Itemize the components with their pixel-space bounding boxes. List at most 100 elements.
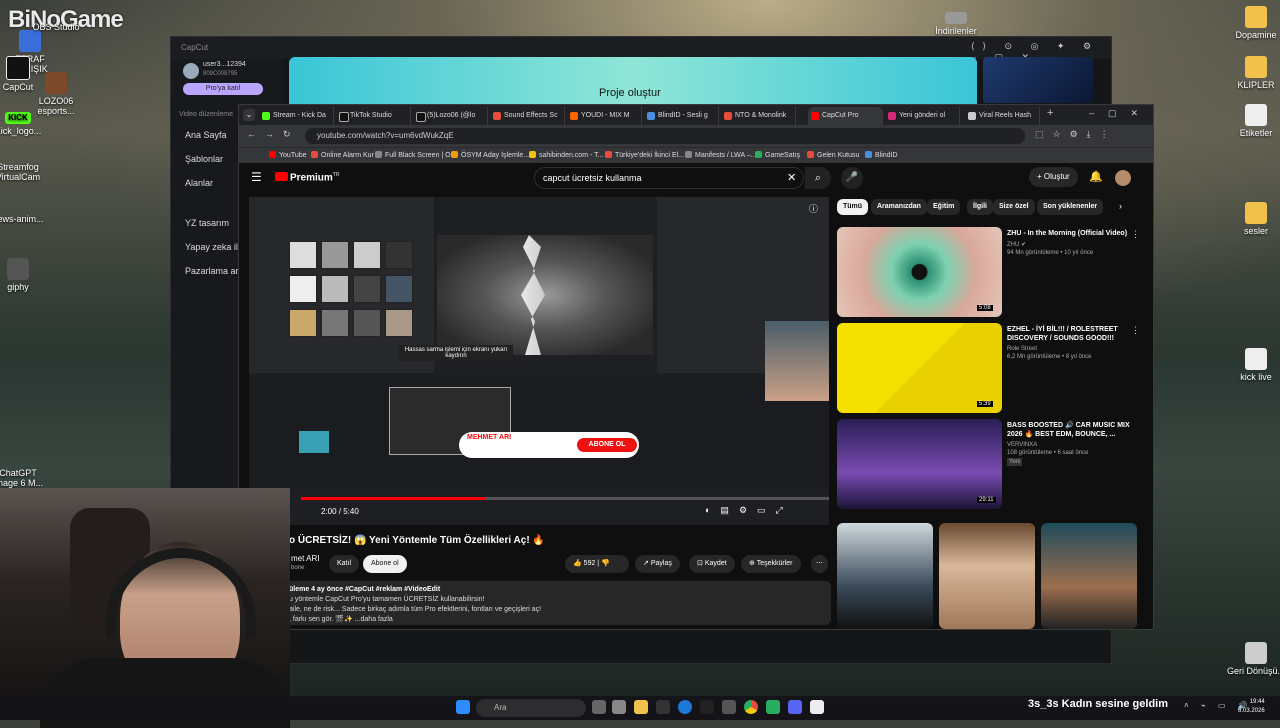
bookmark-manifests[interactable]: Manifests / LWA –... [685,151,756,159]
chip-education[interactable]: Eğitim [927,199,961,215]
edge-icon[interactable] [678,700,692,714]
desktop-icon-lozo[interactable]: LOZO06 esports... [26,72,86,116]
file-explorer-icon[interactable] [634,700,648,714]
tab-youdi[interactable]: YOUDI - MIX M [567,107,642,125]
tab-nto[interactable]: NTO & Monolink [721,107,796,125]
bookmark-gamesatis[interactable]: GameSatış [755,151,800,159]
bookmark-gmail[interactable]: Gelen Kutusu [807,151,859,159]
extension-icons[interactable]: ⬚☆⚙⤓⋮ [1035,129,1118,140]
task-view-icon[interactable] [592,700,606,714]
save-button[interactable]: ⊡ Kaydet [689,555,735,573]
bookmark-black-screen[interactable]: Full Black Screen | O... [375,151,456,159]
share-button[interactable]: ↗ Paylaş [635,555,680,573]
capcut-nav-templates[interactable]: Şablonlar [171,147,223,171]
url-input[interactable]: youtube.com/watch?v=um6vdWukZqE [305,128,1025,144]
capcut-nav-ai-design[interactable]: YZ tasarım [171,211,229,235]
more-actions-button[interactable]: ⋯ [811,555,828,573]
recommended-video[interactable]: 5:39 EZHEL - İYİ BİL!!! / ROLESTREET DIS… [837,323,1140,413]
bookmark-second-hand[interactable]: Türkiye'deki İkinci El... [605,151,684,159]
info-icon[interactable]: ⓘ [809,202,818,215]
chip-recent[interactable]: Son yüklenenler [1037,199,1104,215]
desktop-icon-downloads[interactable]: İndirilenler [926,12,986,36]
desktop-icon-sesler[interactable]: sesler [1226,202,1280,236]
subscribe-overlay[interactable]: MEHMET ARI ABONE OL [459,432,639,458]
app-icon[interactable] [766,700,780,714]
desktop-icon-kick[interactable]: KICKKick_logo... [0,112,48,136]
bookmark-sahibinden[interactable]: sahibinden.com - T... [529,151,603,159]
chevron-right-icon[interactable]: › [1119,201,1122,211]
new-tab-button[interactable]: + [1047,107,1053,119]
widgets-icon[interactable] [612,700,626,714]
search-input[interactable]: capcut ücretsiz kullanma [534,167,804,189]
desktop-icon-chatgpt[interactable]: ChatGPT Image 6 M... [0,468,48,488]
tab-tiktok[interactable]: TikTok Studio [336,107,411,125]
chip-related[interactable]: İlgili [967,199,993,215]
notifications-bell-icon[interactable]: 🔔 [1089,170,1103,183]
recommended-video[interactable]: 29:11 BASS BOOSTED 🔊 CAR MUSIC MIX 2026 … [837,419,1137,509]
desktop-icon-news[interactable]: news-anim... [0,214,48,224]
search-button[interactable]: ⌕ [805,167,831,189]
menu-icon[interactable]: ☰ [251,170,262,184]
chrome-window-controls[interactable]: –▢✕ [1089,108,1152,119]
desktop-icon-etiketler[interactable]: Etiketler [1226,104,1280,138]
windows-start-icon[interactable] [456,700,470,714]
more-vertical-icon[interactable]: ⋮ [1131,229,1140,240]
taskbar-search[interactable]: Ara [476,699,586,717]
nav-buttons[interactable]: ←→↻ [247,129,300,140]
desktop-icon-recycle-bin[interactable]: Geri Dönüşü... [1226,642,1280,676]
capcut-icon[interactable] [810,700,824,714]
short-video[interactable] [837,523,933,629]
progress-bar[interactable] [301,497,829,500]
pro-button[interactable]: Pro'ya katıl [183,83,263,95]
overlay-subscribe-button[interactable]: ABONE OL [577,438,637,452]
join-button[interactable]: Katıl [329,555,360,573]
capcut-nav-spaces[interactable]: Alanlar [171,171,213,195]
app-icon[interactable] [722,700,736,714]
player-controls-right[interactable]: ◐▤⚙▭⤢ [705,505,793,516]
video-description[interactable]: üleme 4 ay önce #CapCut #reklam #VideoEd… [281,581,831,625]
mic-icon[interactable]: 🎤 [841,167,863,189]
capcut-nav-marketing[interactable]: Pazarlama ara [171,259,244,283]
capcut-nav-ai[interactable]: Yapay zeka ile [171,235,243,259]
chip-all[interactable]: Tümü [837,199,869,215]
system-clock[interactable]: 19:44 6.03.2026 [1238,698,1265,716]
tab-viral-reels[interactable]: Viral Reels Hash [965,107,1040,125]
short-video[interactable] [1041,523,1137,629]
subscribe-button[interactable]: Abone ol [363,555,407,573]
bookmark-alarm[interactable]: Online Alarm Kur [311,151,374,159]
bookmark-blindid[interactable]: BlindID [865,151,898,159]
video-player[interactable]: Hassas sarma işlemi için ekranı yukarı k… [249,197,829,525]
tab-blindid[interactable]: BlindID - Sesli g [644,107,719,125]
tab-search-icon[interactable]: ⌄ [243,109,255,121]
desktop-icon-streamfog[interactable]: Streamfog VirtualCam [0,162,48,182]
more-vertical-icon[interactable]: ⋮ [1131,325,1140,336]
desktop-icon-kick-live[interactable]: kick live [1226,348,1280,382]
channel-name[interactable]: met ARI [291,554,319,563]
like-button[interactable]: 👍 592 | 👎 [565,555,629,573]
thanks-button[interactable]: ⊕ Teşekkürler [741,555,801,573]
tab-kick[interactable]: Stream - Kick Da [259,107,334,125]
desktop-icon-dopamine[interactable]: Dopamine [1226,6,1280,40]
tab-capcut-pro[interactable]: CapCut Pro [808,107,883,125]
tab-lozo[interactable]: (5)Lozo06 (@lo [413,107,488,125]
avatar[interactable] [183,63,199,79]
chip-for-you[interactable]: Size özel [993,199,1035,215]
ramadan-thumbnail[interactable] [983,57,1093,103]
create-button[interactable]: + Oluştur [1029,167,1078,187]
chrome-icon[interactable] [744,700,758,714]
desktop-icon-giphy[interactable]: giphy [0,258,48,292]
app-icon[interactable] [700,700,714,714]
avatar[interactable] [1115,170,1131,186]
chip-from-search[interactable]: Aramanızdan [871,199,927,215]
desktop-icon-obs[interactable]: OBS Studio [26,22,86,32]
youtube-logo[interactable]: PremiumTR [275,172,339,183]
discord-icon[interactable] [788,700,802,714]
bookmark-youtube[interactable]: YouTube [269,151,307,159]
desktop-icon-klipler[interactable]: KLIPLER [1226,56,1280,90]
recommended-video[interactable]: 5:08 ZHU - In the Morning (Official Vide… [837,227,1140,317]
bookmark-osym[interactable]: ÖSYM Aday İşlemle... [451,151,529,159]
capcut-nav-home[interactable]: Ana Sayfa [171,123,227,147]
tab-instagram[interactable]: Yeni gönderi ol [885,107,960,125]
app-icon[interactable] [656,700,670,714]
clear-search-icon[interactable]: ✕ [787,171,796,184]
